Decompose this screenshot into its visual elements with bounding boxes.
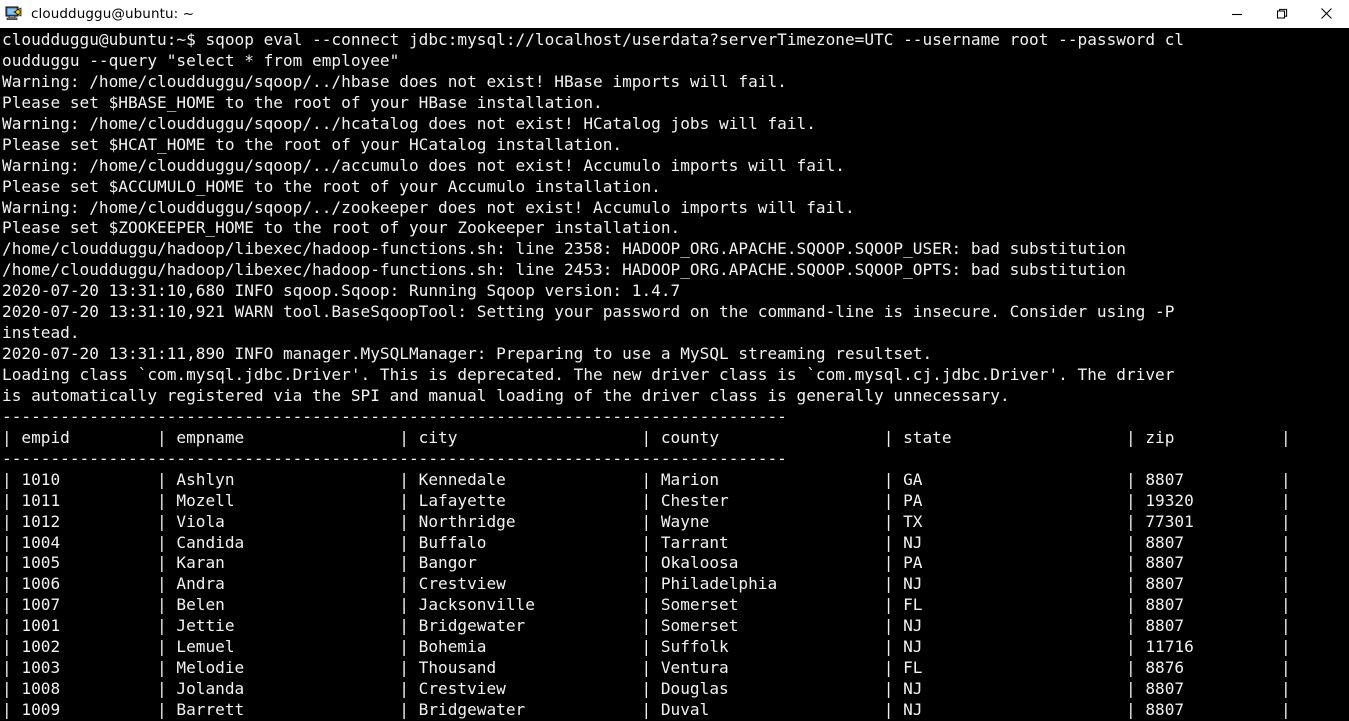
- window-title-text: cloudduggu@ubuntu: ~: [31, 5, 195, 22]
- terminal-log-line: Please set $HCAT_HOME to the root of you…: [2, 134, 623, 154]
- terminal-log-line: 2020-07-20 13:31:10,680 INFO sqoop.Sqoop…: [2, 281, 681, 301]
- maximize-button[interactable]: [1259, 0, 1304, 28]
- table-row: | 1006 | Andra | Crestview | Philadelphi…: [2, 574, 1291, 594]
- table-row: | 1008 | Jolanda | Crestview | Douglas |…: [2, 679, 1291, 699]
- terminal-log-line: 2020-07-20 13:31:11,890 INFO manager.MyS…: [2, 344, 933, 364]
- terminal-log-line: Please set $ACCUMULO_HOME to the root of…: [2, 176, 661, 196]
- table-row: | 1009 | Barrett | Bridgewater | Duval |…: [2, 700, 1291, 719]
- terminal-command-line: cloudduggu@ubuntu:~$ sqoop eval --connec…: [2, 30, 1185, 49]
- maximize-icon: [1276, 8, 1287, 19]
- minimize-icon: [1231, 13, 1242, 15]
- terminal-log-line: /home/cloudduggu/hadoop/libexec/hadoop-f…: [2, 239, 1126, 259]
- terminal-log-line: Loading class `com.mysql.jdbc.Driver'. T…: [2, 365, 1175, 384]
- close-button[interactable]: [1304, 0, 1349, 28]
- terminal-log-line: Please set $HBASE_HOME to the root of yo…: [2, 92, 603, 112]
- table-separator: ----------------------------------------…: [2, 406, 787, 426]
- table-row: | 1001 | Jettie | Bridgewater | Somerset…: [2, 616, 1291, 636]
- terminal-log-line: oudduggu --query "select * from employee…: [2, 50, 400, 70]
- terminal-text-lines: cloudduggu@ubuntu:~$ sqoop eval --connec…: [2, 30, 1349, 721]
- terminal-log-line: instead.: [2, 323, 80, 343]
- terminal-log-line: 2020-07-20 13:31:10,921 WARN tool.BaseSq…: [2, 302, 1175, 322]
- terminal-log-line: is automatically registered via the SPI …: [2, 385, 1010, 405]
- table-row: | 1003 | Melodie | Thousand | Ventura | …: [2, 658, 1291, 678]
- window-titlebar[interactable]: cloudduggu@ubuntu: ~: [0, 0, 1349, 28]
- terminal-output-area[interactable]: cloudduggu@ubuntu:~$ sqoop eval --connec…: [0, 28, 1349, 721]
- terminal-log-line: Warning: /home/cloudduggu/sqoop/../hbase…: [2, 71, 787, 91]
- table-row: | 1004 | Candida | Buffalo | Tarrant | N…: [2, 532, 1291, 552]
- table-row: | 1012 | Viola | Northridge | Wayne | TX…: [2, 511, 1291, 531]
- terminal-log-line: Warning: /home/cloudduggu/sqoop/../zooke…: [2, 197, 855, 217]
- table-row: | 1011 | Mozell | Lafayette | Chester | …: [2, 490, 1291, 510]
- terminal-log-line: Warning: /home/cloudduggu/sqoop/../hcata…: [2, 113, 816, 133]
- putty-terminal-icon: [5, 5, 23, 23]
- terminal-log-line: Please set $ZOOKEEPER_HOME to the root o…: [2, 218, 681, 238]
- table-row: | 1005 | Karan | Bangor | Okaloosa | PA …: [2, 553, 1291, 573]
- titlebar-left-group: cloudduggu@ubuntu: ~: [0, 0, 1214, 28]
- table-separator: ----------------------------------------…: [2, 448, 787, 468]
- table-row: | 1007 | Belen | Jacksonville | Somerset…: [2, 595, 1291, 615]
- window-controls: [1214, 0, 1349, 28]
- terminal-log-line: /home/cloudduggu/hadoop/libexec/hadoop-f…: [2, 260, 1126, 280]
- close-icon: [1321, 8, 1332, 19]
- terminal-log-line: Warning: /home/cloudduggu/sqoop/../accum…: [2, 155, 845, 175]
- table-row: | 1010 | Ashlyn | Kennedale | Marion | G…: [2, 469, 1291, 489]
- table-header-row: | empid | empname | city | county | stat…: [2, 427, 1291, 447]
- minimize-button[interactable]: [1214, 0, 1259, 28]
- table-row: | 1002 | Lemuel | Bohemia | Suffolk | NJ…: [2, 637, 1291, 657]
- terminal-window: cloudduggu@ubuntu: ~ cloudduggu@ubuntu:~…: [0, 0, 1349, 721]
